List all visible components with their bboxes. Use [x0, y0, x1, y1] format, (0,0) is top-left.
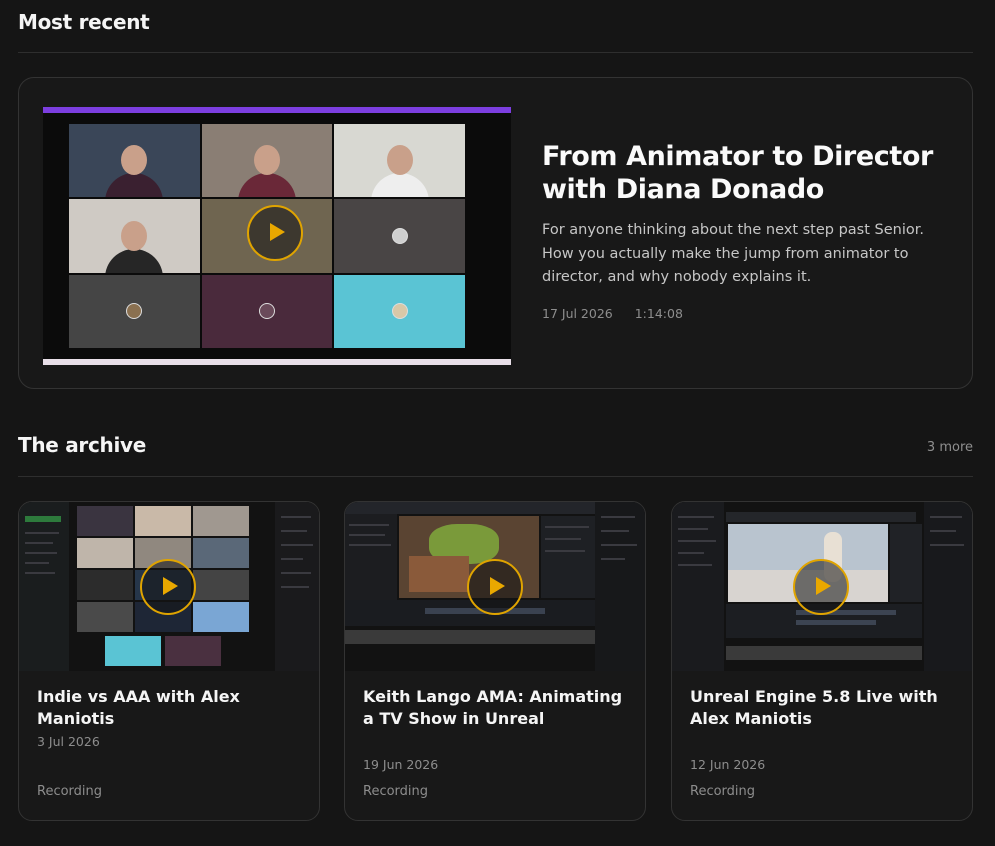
- most-recent-heading: Most recent: [18, 10, 150, 34]
- card-date: 19 Jun 2026: [363, 757, 439, 772]
- chat-panel: [924, 502, 972, 671]
- card-title[interactable]: Indie vs AAA with Alex Maniotis: [37, 686, 307, 730]
- card-date: 12 Jun 2026: [690, 757, 766, 772]
- details-panel: [541, 516, 595, 598]
- outliner-panel: [345, 514, 397, 600]
- chat-panel: [595, 502, 645, 671]
- chat-sidebar: [672, 502, 724, 671]
- card-title[interactable]: Keith Lango AMA: Animating a TV Show in …: [363, 686, 633, 730]
- card-thumbnail[interactable]: [672, 502, 972, 671]
- archive-card[interactable]: Unreal Engine 5.8 Live with Alex Manioti…: [671, 501, 973, 821]
- details-panel: [890, 524, 922, 602]
- participant-tile: [334, 124, 465, 198]
- archive-heading: The archive: [18, 433, 147, 457]
- featured-date: 17 Jul 2026: [542, 306, 613, 321]
- participant-tile: [201, 124, 333, 198]
- participant-tile: [334, 199, 465, 273]
- play-icon[interactable]: [793, 559, 849, 615]
- participant-tile: [69, 124, 200, 198]
- participant-tile: [69, 274, 200, 348]
- divider: [18, 52, 973, 53]
- card-title[interactable]: Unreal Engine 5.8 Live with Alex Manioti…: [690, 686, 960, 730]
- featured-meta: 17 Jul 2026 1:14:08: [542, 306, 683, 321]
- featured-recording-card[interactable]: From Animator to Director with Diana Don…: [18, 77, 973, 389]
- editor-toolbar: [726, 512, 916, 522]
- featured-description: For anyone thinking about the next step …: [542, 222, 924, 285]
- participant-tile: [69, 199, 200, 273]
- participants-strip: [345, 630, 595, 644]
- play-icon[interactable]: [467, 559, 523, 615]
- play-icon[interactable]: [140, 559, 196, 615]
- divider: [18, 476, 973, 477]
- chat-sidebar: [19, 502, 69, 671]
- archive-card[interactable]: Keith Lango AMA: Animating a TV Show in …: [344, 501, 646, 821]
- thumbnail-topbar: [43, 107, 511, 113]
- card-type: Recording: [363, 784, 429, 799]
- card-thumbnail[interactable]: [19, 502, 319, 671]
- archive-card[interactable]: Indie vs AAA with Alex Maniotis 3 Jul 20…: [18, 501, 320, 821]
- card-thumbnail[interactable]: [345, 502, 645, 671]
- play-icon[interactable]: [247, 205, 303, 261]
- editor-toolbar: [345, 502, 595, 514]
- card-type: Recording: [37, 784, 103, 799]
- timeline-panel: [345, 600, 595, 626]
- featured-title[interactable]: From Animator to Director with Diana Don…: [542, 140, 942, 206]
- participant-tile: [334, 274, 465, 348]
- featured-thumbnail[interactable]: [43, 107, 511, 365]
- participants-strip: [726, 646, 922, 660]
- featured-duration: 1:14:08: [634, 306, 683, 321]
- thumbnail-bottombar: [43, 359, 511, 365]
- participant-tile: [201, 274, 333, 348]
- card-date: 3 Jul 2026: [37, 734, 100, 749]
- card-type: Recording: [690, 784, 756, 799]
- chat-panel: [275, 502, 319, 671]
- more-link[interactable]: 3 more: [927, 440, 973, 455]
